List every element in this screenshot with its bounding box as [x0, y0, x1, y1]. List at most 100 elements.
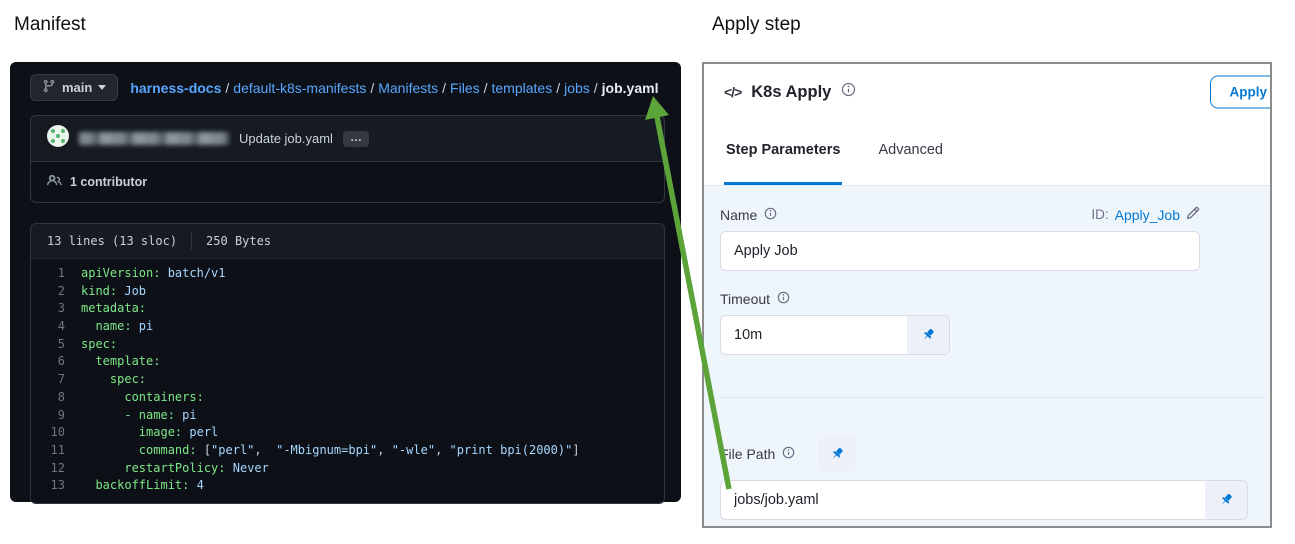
timeout-label-group: Timeout — [720, 291, 1270, 307]
file-size: 250 Bytes — [206, 234, 271, 248]
file-blob-box: 13 lines (13 sloc) 250 Bytes 1apiVersion… — [30, 223, 665, 504]
breadcrumb-link[interactable]: Files — [450, 80, 480, 96]
code-text: image: perl — [81, 424, 218, 442]
pin-icon[interactable] — [1205, 481, 1247, 519]
info-icon[interactable] — [777, 291, 790, 307]
chevron-down-icon — [98, 85, 106, 90]
latest-commit-box: Update job.yaml … 1 contributor — [30, 115, 665, 203]
page: Manifest Apply step main harness-docs/de… — [0, 0, 1295, 544]
line-number[interactable]: 8 — [31, 389, 81, 407]
line-number[interactable]: 4 — [31, 318, 81, 336]
code-text: kind: Job — [81, 283, 146, 301]
line-number[interactable]: 12 — [31, 460, 81, 478]
commit-message[interactable]: Update job.yaml — [239, 131, 333, 146]
code-line: 7 spec: — [31, 371, 664, 389]
step-header: </> K8s Apply Apply — [704, 64, 1270, 120]
code-text: restartPolicy: Never — [81, 460, 269, 478]
code-viewer: 1apiVersion: batch/v12kind: Job3metadata… — [31, 259, 664, 503]
pencil-icon[interactable] — [1186, 206, 1200, 223]
breadcrumb-repo-link[interactable]: harness-docs — [130, 80, 221, 96]
code-line: 4 name: pi — [31, 318, 664, 336]
code-line: 12 restartPolicy: Never — [31, 460, 664, 478]
code-text: metadata: — [81, 300, 146, 318]
name-input[interactable] — [720, 231, 1200, 271]
code-text: spec: — [81, 336, 117, 354]
step-id-link[interactable]: Apply_Job — [1115, 207, 1180, 223]
line-number[interactable]: 2 — [31, 283, 81, 301]
section-divider — [720, 397, 1266, 398]
code-text: template: — [81, 353, 160, 371]
breadcrumb-link[interactable]: jobs — [564, 80, 590, 96]
line-number[interactable]: 6 — [31, 353, 81, 371]
breadcrumb-separator: / — [556, 80, 560, 96]
avatar[interactable] — [47, 125, 69, 152]
line-number[interactable]: 3 — [31, 300, 81, 318]
commit-row: Update job.yaml … — [31, 116, 664, 162]
line-number[interactable]: 7 — [31, 371, 81, 389]
contributors-row[interactable]: 1 contributor — [31, 162, 664, 202]
people-icon — [47, 173, 62, 191]
breadcrumb-separator: / — [484, 80, 488, 96]
code-text: backoffLimit: 4 — [81, 477, 204, 495]
commit-ellipsis-button[interactable]: … — [343, 131, 369, 147]
code-text: command: ["perl", "-Mbignum=bpi", "-wle"… — [81, 442, 580, 460]
code-line: 8 containers: — [31, 389, 664, 407]
timeout-label: Timeout — [720, 291, 770, 307]
breadcrumb-separator: / — [370, 80, 374, 96]
git-branch-icon — [42, 79, 56, 96]
breadcrumb-link[interactable]: default-k8s-manifests — [233, 80, 366, 96]
line-number[interactable]: 10 — [31, 424, 81, 442]
code-text: - name: pi — [81, 407, 197, 425]
line-number[interactable]: 11 — [31, 442, 81, 460]
line-number[interactable]: 5 — [31, 336, 81, 354]
branch-selector[interactable]: main — [30, 74, 118, 101]
line-number[interactable]: 13 — [31, 477, 81, 495]
k8s-apply-step-panel: </> K8s Apply Apply Step Parameters Advan… — [702, 62, 1272, 528]
lines-count: 13 lines (13 sloc) — [47, 234, 177, 248]
code-line: 11 command: ["perl", "-Mbignum=bpi", "-w… — [31, 442, 664, 460]
filepath-label-group: File Path — [720, 436, 1270, 472]
info-icon[interactable] — [782, 446, 795, 462]
step-tabs: Step Parameters Advanced — [704, 120, 1270, 186]
name-field-row: Name ID: Apply_Job — [720, 206, 1200, 223]
manifest-heading: Manifest — [14, 14, 86, 36]
breadcrumb-link[interactable]: templates — [492, 80, 553, 96]
filepath-label: File Path — [720, 446, 775, 462]
breadcrumb-separator: / — [225, 80, 229, 96]
name-label-group: Name — [720, 207, 777, 223]
code-text: spec: — [81, 371, 146, 389]
timeout-input-group — [720, 315, 950, 355]
breadcrumb-separator: / — [594, 80, 598, 96]
code-line: 9 - name: pi — [31, 407, 664, 425]
breadcrumb-current-file: job.yaml — [602, 80, 659, 96]
commit-author-redacted — [79, 132, 229, 145]
id-label: ID: — [1091, 207, 1108, 222]
filepath-input[interactable] — [720, 480, 1248, 520]
apply-step-heading: Apply step — [712, 14, 801, 36]
code-line: 10 image: perl — [31, 424, 664, 442]
file-header-bar: main harness-docs/default-k8s-manifests/… — [30, 74, 665, 101]
step-id-group: ID: Apply_Job — [1091, 206, 1200, 223]
tab-advanced[interactable]: Advanced — [876, 136, 945, 185]
code-line: 2kind: Job — [31, 283, 664, 301]
code-line: 1apiVersion: batch/v1 — [31, 265, 664, 283]
info-icon[interactable] — [841, 82, 856, 102]
tab-step-parameters[interactable]: Step Parameters — [724, 136, 842, 185]
name-label: Name — [720, 207, 757, 223]
code-step-icon: </> — [724, 84, 741, 100]
pin-icon[interactable] — [907, 316, 949, 354]
code-line: 3metadata: — [31, 300, 664, 318]
blob-meta-bar: 13 lines (13 sloc) 250 Bytes — [31, 224, 664, 259]
branch-name: main — [62, 80, 92, 95]
filepath-input-group — [720, 480, 1248, 520]
breadcrumb-separator: / — [442, 80, 446, 96]
line-number[interactable]: 9 — [31, 407, 81, 425]
apply-changes-button[interactable]: Apply — [1210, 76, 1272, 109]
code-line: 6 template: — [31, 353, 664, 371]
breadcrumb-link[interactable]: Manifests — [378, 80, 438, 96]
code-text: apiVersion: batch/v1 — [81, 265, 226, 283]
info-icon[interactable] — [764, 207, 777, 223]
code-line: 5spec: — [31, 336, 664, 354]
line-number[interactable]: 1 — [31, 265, 81, 283]
pin-icon[interactable] — [818, 436, 856, 472]
